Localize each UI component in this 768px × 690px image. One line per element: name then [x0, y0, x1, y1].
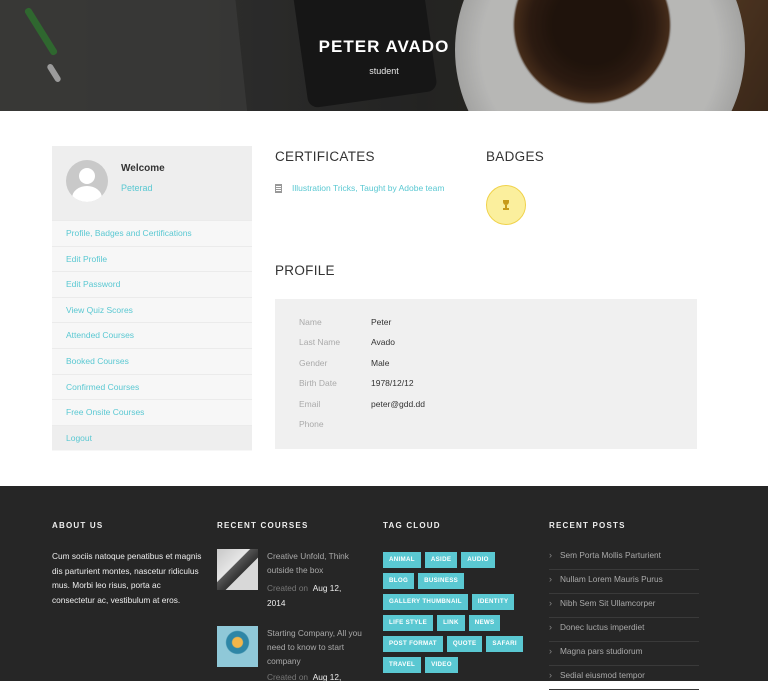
profile-field-value: Peter	[371, 317, 392, 327]
recent-posts-heading: RECENT POSTS	[549, 521, 626, 530]
profile-field-value: peter@gdd.dd	[371, 398, 426, 409]
tag-business[interactable]: BUSINESS	[418, 573, 465, 589]
recent-post-link[interactable]: Sem Porta Mollis Parturient	[560, 546, 661, 564]
recent-post-item[interactable]: › Sem Porta Mollis Parturient	[549, 546, 699, 570]
account-sidebar: Welcome Peterad Profile, Badges and Cert…	[52, 146, 252, 451]
recent-post-link[interactable]: Nullam Lorem Mauris Purus	[560, 570, 663, 588]
tag-life-style[interactable]: LIFE STYLE	[383, 615, 434, 631]
tag-quote[interactable]: QUOTE	[446, 636, 483, 652]
tag-news[interactable]: NEWS	[468, 615, 501, 631]
menu-item-profile-badges-certifications[interactable]: Profile, Badges and Certifications	[52, 220, 252, 246]
menu-item-free-onsite-courses[interactable]: Free Onsite Courses	[52, 399, 252, 425]
menu-item-logout[interactable]: Logout	[52, 424, 252, 451]
document-icon	[275, 183, 282, 193]
recent-post-item[interactable]: › Donec luctus imperdiet	[549, 618, 699, 642]
trophy-icon	[501, 200, 511, 210]
profile-row: Gender Male	[275, 358, 697, 378]
about-us-heading: ABOUT US	[52, 521, 104, 530]
tag-gallery-thumbnail[interactable]: GALLERY THUMBNAIL	[383, 594, 468, 610]
welcome-label: Welcome	[121, 163, 165, 174]
profile-details-table: Name Peter Last Name Avado Gender Male Birt…	[275, 299, 697, 449]
tag-link[interactable]: LINK	[437, 615, 465, 631]
username-link[interactable]: Peterad	[121, 183, 153, 193]
tag-cloud-heading: TAG CLOUD	[383, 521, 441, 530]
course-date: Created on Aug 12, 2014	[267, 583, 342, 608]
menu-item-edit-profile[interactable]: Edit Profile	[52, 245, 252, 272]
badges-heading: BADGES	[486, 149, 545, 164]
certificates-heading: CERTIFICATES	[275, 149, 375, 164]
recent-post-link[interactable]: Donec luctus imperdiet	[560, 618, 644, 636]
tag-identity[interactable]: IDENTITY	[471, 594, 515, 610]
recent-post-item[interactable]: › Magna pars studiorum	[549, 642, 699, 666]
profile-hero-banner: PETER AVADO student	[0, 0, 768, 111]
chevron-right-icon: ›	[549, 550, 552, 560]
tag-cloud: ANIMAL ASIDE AUDIO BLOG BUSINESS GALLERY…	[383, 552, 523, 673]
recent-post-item[interactable]: › Nibh Sem Sit Ullamcorper	[549, 594, 699, 618]
chevron-right-icon: ›	[549, 646, 552, 656]
chevron-right-icon: ›	[549, 622, 552, 632]
recent-post-link[interactable]: Magna pars studiorum	[560, 642, 643, 660]
tag-aside[interactable]: ASIDE	[424, 552, 458, 568]
tag-blog[interactable]: BLOG	[383, 573, 415, 589]
avatar	[66, 160, 108, 202]
menu-item-confirmed-courses[interactable]: Confirmed Courses	[52, 373, 252, 400]
recent-posts-list: › Sem Porta Mollis Parturient › Nullam Lor…	[549, 546, 699, 690]
profile-row: Phone	[275, 419, 697, 439]
badge-item[interactable]	[486, 185, 526, 225]
profile-field-label: Email	[299, 398, 321, 409]
tag-audio[interactable]: AUDIO	[461, 552, 495, 568]
profile-field-label: Last Name	[299, 337, 341, 348]
course-thumbnail[interactable]	[217, 549, 258, 590]
tag-safari[interactable]: SAFARI	[486, 636, 523, 652]
profile-row: Email peter@gdd.dd	[275, 399, 697, 419]
tag-post-format[interactable]: POST FORMAT	[383, 636, 443, 652]
certificate-item[interactable]: Illustration Tricks, Taught by Adobe tea…	[275, 183, 444, 193]
account-menu: Profile, Badges and Certifications Edit …	[52, 220, 252, 451]
profile-heading: PROFILE	[275, 263, 335, 278]
profile-name-title: PETER AVADO	[318, 37, 450, 56]
certificate-link[interactable]: Illustration Tricks, Taught by Adobe tea…	[292, 183, 444, 193]
recent-post-link[interactable]: Sedial eiusmod tempor	[560, 666, 645, 684]
recent-post-item[interactable]: › Sedial eiusmod tempor	[549, 666, 699, 690]
chevron-right-icon: ›	[549, 574, 552, 584]
menu-item-booked-courses[interactable]: Booked Courses	[52, 347, 252, 374]
recent-post-link[interactable]: Nibh Sem Sit Ullamcorper	[560, 594, 655, 612]
recent-post-item[interactable]: › Nullam Lorem Mauris Purus	[549, 570, 699, 594]
profile-field-label: Phone	[299, 418, 324, 429]
recent-courses-heading: RECENT COURSES	[217, 521, 309, 530]
recent-course-item[interactable]: Creative Unfold, Think outside the box C…	[217, 549, 367, 609]
profile-row: Birth Date 1978/12/12	[275, 378, 697, 398]
course-thumbnail[interactable]	[217, 626, 258, 667]
profile-field-value: Male	[371, 357, 390, 368]
menu-item-edit-password[interactable]: Edit Password	[52, 271, 252, 297]
about-us-text: Cum sociis natoque penatibus et magnis d…	[52, 551, 202, 605]
profile-row: Last Name Avado	[275, 337, 697, 357]
user-card: Welcome Peterad	[52, 146, 252, 220]
chevron-right-icon: ›	[549, 670, 552, 680]
course-date: Created on Aug 12,	[267, 672, 342, 682]
profile-row: Name Peter	[275, 317, 697, 337]
menu-item-view-quiz-scores[interactable]: View Quiz Scores	[52, 296, 252, 323]
profile-field-value: Avado	[371, 337, 395, 348]
profile-field-label: Birth Date	[299, 378, 337, 389]
tag-travel[interactable]: TRAVEL	[383, 657, 422, 673]
tag-video[interactable]: VIDEO	[425, 657, 458, 673]
profile-field-value: 1978/12/12	[371, 378, 414, 389]
user-avatar-icon	[79, 168, 95, 184]
profile-role: student	[369, 66, 399, 76]
chevron-right-icon: ›	[549, 598, 552, 608]
course-title-link[interactable]: Creative Unfold, Think outside the box	[267, 549, 367, 577]
tag-animal[interactable]: ANIMAL	[383, 552, 421, 568]
profile-field-label: Gender	[299, 357, 328, 368]
course-title-link[interactable]: Starting Company, All you need to know t…	[267, 626, 367, 668]
recent-course-item[interactable]: Starting Company, All you need to know t…	[217, 626, 367, 682]
menu-item-attended-courses[interactable]: Attended Courses	[52, 322, 252, 348]
profile-field-label: Name	[299, 317, 322, 327]
